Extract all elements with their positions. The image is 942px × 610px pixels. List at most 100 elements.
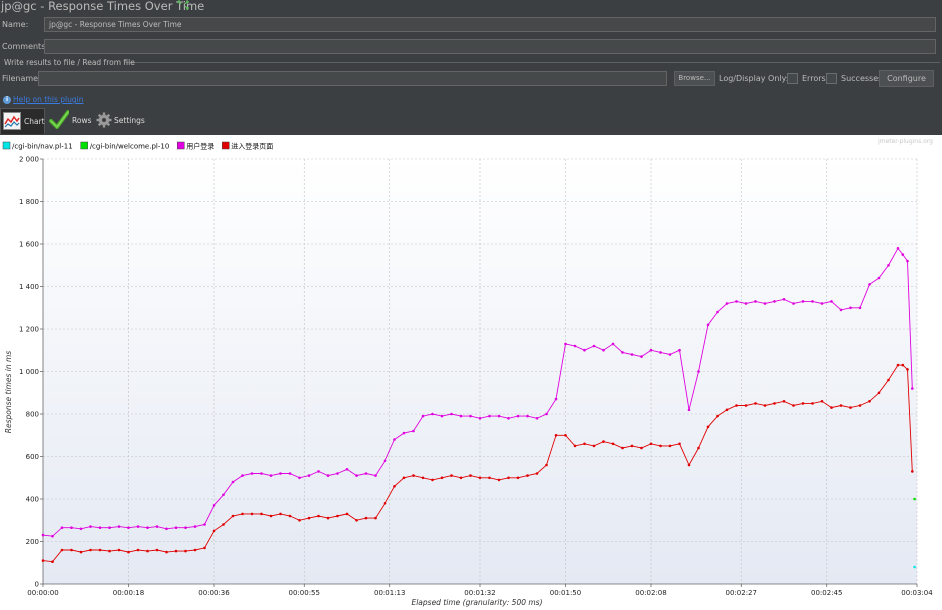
data-point [913, 565, 916, 569]
tab-settings[interactable]: Settings [94, 108, 146, 134]
data-point [526, 414, 529, 418]
chart-panel: 0 200 400 600 800 1 000 1 200 1 400 1 600 1 800 2 … [0, 135, 942, 610]
series-0 [913, 565, 916, 569]
y-tick-label: 1 800 [19, 198, 39, 206]
data-point [450, 412, 453, 416]
data-point [450, 474, 453, 477]
data-point [801, 300, 805, 303]
data-point [735, 300, 738, 303]
comments-input[interactable] [44, 39, 936, 54]
data-point [459, 414, 463, 418]
data-point [687, 408, 691, 412]
data-point [117, 548, 121, 552]
legend-swatch [177, 141, 185, 150]
data-point [706, 323, 710, 327]
tab-rows-label: Rows [72, 116, 92, 125]
x-tick-label: 00:03:04 [901, 589, 933, 597]
data-point [611, 442, 615, 446]
data-point [469, 414, 472, 418]
x-tick-label: 00:02:08 [635, 589, 666, 597]
data-point [592, 344, 596, 348]
data-point [839, 404, 843, 407]
successes-checkbox[interactable] [826, 73, 837, 84]
data-point [136, 548, 140, 552]
data-point [901, 253, 905, 256]
data-point [298, 519, 301, 522]
data-point [716, 414, 719, 418]
data-point [782, 298, 786, 301]
data-point [630, 444, 634, 448]
data-point [51, 534, 54, 538]
data-point [706, 425, 710, 429]
data-point [184, 526, 187, 529]
data-point [421, 476, 425, 480]
data-point [820, 400, 824, 403]
data-point [165, 527, 168, 531]
x-tick-label: 00:02:27 [726, 589, 757, 597]
data-point [70, 548, 73, 552]
data-point [668, 353, 672, 356]
comments-label: Comments: [2, 42, 49, 51]
configure-button[interactable]: Configure [879, 70, 934, 87]
data-point [535, 472, 539, 475]
data-point [345, 468, 349, 471]
data-point [279, 472, 282, 475]
file-section-border [124, 62, 940, 63]
data-point [231, 514, 235, 518]
data-point [621, 446, 624, 450]
data-point [858, 404, 862, 407]
data-point [573, 344, 577, 348]
tab-chart-label: Chart [24, 117, 45, 126]
data-point [79, 550, 83, 554]
data-point [868, 400, 871, 403]
data-point [820, 302, 824, 305]
x-tick-label: 00:01:32 [464, 589, 495, 597]
data-point [849, 306, 852, 310]
data-point [801, 402, 805, 405]
data-point [250, 512, 254, 516]
legend-swatch [222, 141, 230, 150]
filename-input[interactable] [38, 71, 667, 86]
data-point [89, 548, 92, 552]
data-point [440, 414, 444, 418]
data-point [592, 444, 596, 448]
data-point [393, 485, 396, 488]
file-section-legend: Write results to file / Read from file [4, 58, 135, 67]
data-point [108, 549, 111, 553]
browse-button[interactable]: Browse... [674, 71, 715, 86]
legend-swatch [80, 141, 88, 150]
data-point [507, 476, 510, 480]
tab-rows[interactable]: Rows [47, 108, 92, 134]
data-point [868, 283, 871, 286]
data-point [911, 387, 914, 390]
data-point [345, 512, 349, 516]
data-point [98, 548, 102, 552]
y-tick-label: 800 [26, 411, 39, 419]
data-point [212, 504, 216, 507]
chart-watermark: jmeter-plugins.org [877, 138, 933, 145]
data-point [326, 474, 330, 477]
data-point [630, 353, 634, 356]
data-point [716, 310, 719, 314]
legend-label: 用户登录 [186, 142, 214, 151]
data-point [583, 442, 586, 446]
errors-checkbox[interactable] [787, 73, 798, 84]
x-tick-label: 00:01:50 [550, 589, 581, 597]
data-point [507, 417, 510, 420]
y-tick-label: 1 200 [19, 326, 39, 334]
data-point [754, 402, 757, 405]
tab-chart[interactable]: Chart [0, 108, 45, 134]
name-input[interactable]: jp@gc - Response Times Over Time [44, 17, 936, 32]
window-title: jp@gc - Response Times Over Time [1, 0, 205, 13]
data-point [317, 514, 320, 518]
data-point [203, 523, 206, 526]
data-point [136, 525, 140, 528]
successes-label: Successes [841, 74, 883, 83]
data-point [896, 363, 900, 367]
expand-icon[interactable] [177, 0, 189, 10]
y-axis-label: Response times in ms [4, 351, 13, 434]
help-link[interactable]: Help on this plugin [13, 95, 83, 104]
data-point [269, 474, 273, 477]
data-point [744, 302, 748, 305]
data-point [431, 478, 434, 482]
